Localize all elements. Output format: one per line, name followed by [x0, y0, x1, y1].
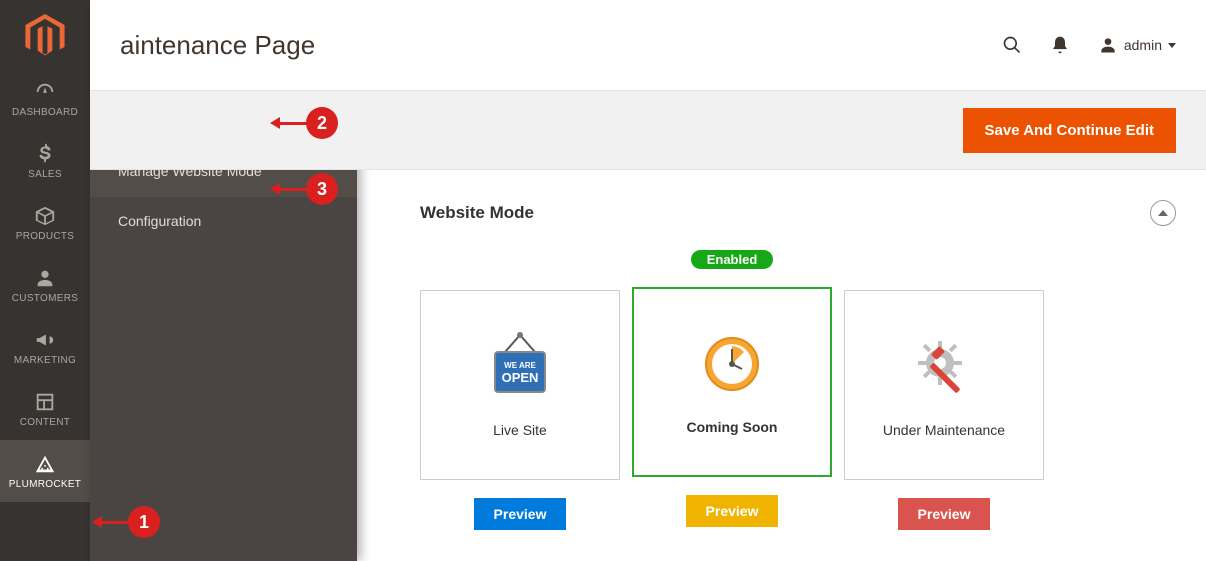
action-bar: Save And Continue Edit: [90, 90, 1206, 170]
content: Website Mode WE ARE OPEN Live Si: [90, 170, 1206, 561]
preview-live-button[interactable]: Preview: [474, 498, 567, 530]
card-coming-soon[interactable]: Coming Soon: [632, 287, 832, 477]
mode-label: Coming Soon: [687, 419, 778, 435]
svg-text:OPEN: OPEN: [502, 370, 539, 385]
sidebar-item-sales[interactable]: SALES: [0, 130, 90, 192]
arrow-icon: [278, 188, 308, 191]
collapse-toggle[interactable]: [1150, 200, 1176, 226]
enabled-badge: Enabled: [691, 250, 774, 269]
bell-icon[interactable]: [1050, 35, 1070, 55]
admin-account[interactable]: admin: [1098, 35, 1176, 55]
sidebar-item-dashboard[interactable]: DASHBOARD: [0, 68, 90, 130]
layout-icon: [34, 391, 56, 413]
user-icon: [1098, 35, 1118, 55]
chevron-down-icon: [1168, 43, 1176, 48]
card-under-maintenance[interactable]: Under Maintenance: [844, 290, 1044, 480]
person-icon: [34, 267, 56, 289]
mode-cards: WE ARE OPEN Live Site Preview Enabled: [420, 250, 1176, 530]
preview-maintenance-button[interactable]: Preview: [898, 498, 991, 530]
mode-coming-soon: Enabled Coming Soon Preview: [632, 250, 832, 530]
card-live-site[interactable]: WE ARE OPEN Live Site: [420, 290, 620, 480]
section-title: Website Mode: [420, 203, 534, 223]
admin-sidebar: DASHBOARD SALES PRODUCTS CUSTOMERS MARKE…: [0, 0, 90, 561]
page-header: aintenance Page admin: [90, 0, 1206, 90]
callout-number: 2: [306, 107, 338, 139]
mode-label: Live Site: [493, 422, 547, 438]
callout-number: 1: [128, 506, 160, 538]
sidebar-item-label: MARKETING: [14, 355, 76, 366]
callout-1: 1: [100, 506, 160, 538]
preview-coming-soon-button[interactable]: Preview: [686, 495, 779, 527]
admin-label: admin: [1124, 37, 1162, 53]
triangle-dots-icon: [34, 453, 56, 475]
clock-icon: [697, 329, 767, 399]
megaphone-icon: [34, 329, 56, 351]
page-title: aintenance Page: [120, 30, 315, 61]
gauge-icon: [34, 81, 56, 103]
callout-number: 3: [306, 173, 338, 205]
header-tools: admin: [1002, 35, 1176, 55]
magento-logo: [0, 0, 90, 68]
open-sign-icon: WE ARE OPEN: [485, 332, 555, 402]
mode-live-site: WE ARE OPEN Live Site Preview: [420, 250, 620, 530]
mode-under-maintenance: Under Maintenance Preview: [844, 250, 1044, 530]
section-header: Website Mode: [420, 200, 1176, 250]
sidebar-item-label: CUSTOMERS: [12, 293, 78, 304]
sidebar-item-label: PRODUCTS: [16, 231, 75, 242]
dollar-icon: [34, 143, 56, 165]
arrow-icon: [100, 521, 130, 524]
search-icon[interactable]: [1002, 35, 1022, 55]
sidebar-item-label: SALES: [28, 169, 62, 180]
arrow-icon: [278, 122, 308, 125]
svg-text:WE ARE: WE ARE: [504, 361, 536, 370]
gear-screwdriver-icon: [909, 332, 979, 402]
sidebar-item-marketing[interactable]: MARKETING: [0, 316, 90, 378]
sidebar-item-label: PLUMROCKET: [9, 479, 81, 490]
sidebar-item-plumrocket[interactable]: PLUMROCKET: [0, 440, 90, 502]
box-icon: [34, 205, 56, 227]
mode-label: Under Maintenance: [883, 422, 1005, 438]
callout-2: 2: [278, 107, 338, 139]
sidebar-item-customers[interactable]: CUSTOMERS: [0, 254, 90, 316]
callout-3: 3: [278, 173, 338, 205]
sidebar-item-label: CONTENT: [20, 417, 70, 428]
sidebar-item-products[interactable]: PRODUCTS: [0, 192, 90, 254]
save-continue-button[interactable]: Save And Continue Edit: [963, 108, 1176, 153]
sidebar-item-label: DASHBOARD: [12, 107, 78, 118]
sidebar-item-content[interactable]: CONTENT: [0, 378, 90, 440]
